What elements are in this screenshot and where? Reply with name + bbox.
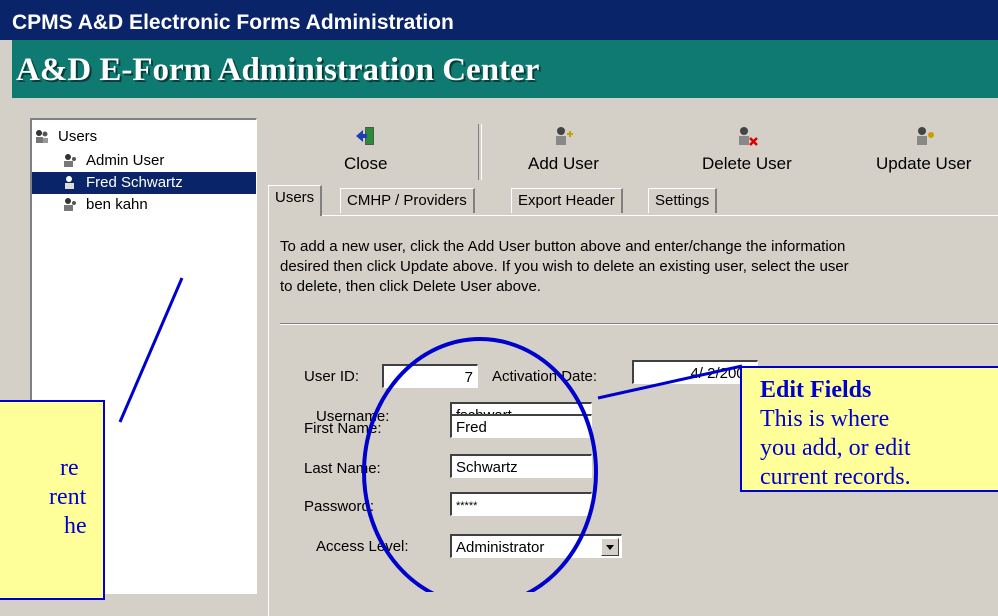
tab-export-header[interactable]: Export Header (511, 188, 623, 213)
delete-user-button[interactable]: Delete User (702, 124, 792, 174)
tree-item-label: Admin User (86, 152, 165, 169)
banner: A&D E-Form Administration Center (12, 40, 998, 98)
callout-line: current records. (760, 464, 911, 490)
activation-date-label: Activation Date: (492, 368, 598, 385)
first-name-field[interactable]: Fred (450, 414, 592, 438)
tree-item-label: ben kahn (86, 196, 148, 213)
chevron-down-icon[interactable] (601, 538, 619, 556)
tab-settings[interactable]: Settings (648, 188, 718, 213)
left-callout: re rent he (0, 400, 105, 600)
banner-title: A&D E-Form Administration Center (16, 52, 540, 88)
users-icon (36, 130, 48, 143)
add-user-label: Add User (528, 154, 599, 173)
tree-item-label: Fred Schwartz (86, 174, 183, 191)
exit-door-icon (355, 127, 374, 145)
delete-user-icon (738, 127, 758, 146)
user-id-label: User ID: (304, 368, 360, 385)
update-user-icon (916, 127, 934, 145)
add-user-icon (556, 127, 574, 145)
access-level-label: Access Level: (316, 538, 409, 555)
delete-user-label: Delete User (702, 154, 792, 173)
close-button[interactable]: Close (344, 124, 387, 174)
tree-root-users[interactable]: Users (34, 126, 97, 148)
window-title: CPMS A&D Electronic Forms Administration (12, 11, 454, 34)
instructions-text: To add a new user, click the Add User bu… (280, 237, 990, 297)
tree-item-admin-user[interactable]: Admin User (58, 150, 168, 172)
tree-root-label: Users (58, 128, 98, 145)
update-user-label: Update User (876, 154, 972, 173)
callout-line: he (64, 513, 87, 539)
last-name-field[interactable]: Schwartz (450, 454, 592, 478)
instructions-line: to delete, then click Delete User above. (280, 278, 541, 295)
user-icon (64, 198, 76, 211)
password-field[interactable]: ***** (450, 492, 592, 516)
tab-users[interactable]: Users (268, 185, 323, 216)
tab-cmhp-providers[interactable]: CMHP / Providers (340, 188, 475, 213)
password-label: Password: (304, 498, 375, 515)
title-bar: CPMS A&D Electronic Forms Administration (0, 0, 998, 40)
instructions-line: desired then click Update above. If you … (280, 258, 849, 275)
user-icon (65, 176, 74, 189)
callout-line: re (60, 455, 79, 481)
add-user-button[interactable]: Add User (528, 124, 599, 174)
user-icon (64, 154, 76, 167)
tree-item-ben-kahn[interactable]: ben kahn (58, 194, 152, 216)
update-user-button[interactable]: Update User (876, 124, 971, 174)
user-id-field[interactable]: 7 (382, 364, 478, 388)
close-label: Close (344, 154, 388, 173)
first-name-label: First Name: (304, 420, 382, 437)
callout-title: Edit Fields (760, 377, 872, 403)
access-level-select[interactable]: Administrator (450, 534, 622, 558)
toolbar-separator (478, 124, 482, 180)
callout-line: rent (49, 484, 87, 510)
callout-line: This is where (760, 406, 890, 432)
edit-fields-callout: Edit Fields This is where you add, or ed… (740, 366, 998, 492)
divider (280, 323, 998, 325)
callout-line: you add, or edit (760, 435, 911, 461)
access-level-value: Administrator (456, 539, 545, 556)
tree-item-fred-schwartz[interactable]: Fred Schwartz (32, 172, 256, 194)
last-name-label: Last Name: (304, 460, 381, 477)
instructions-line: To add a new user, click the Add User bu… (280, 238, 846, 255)
